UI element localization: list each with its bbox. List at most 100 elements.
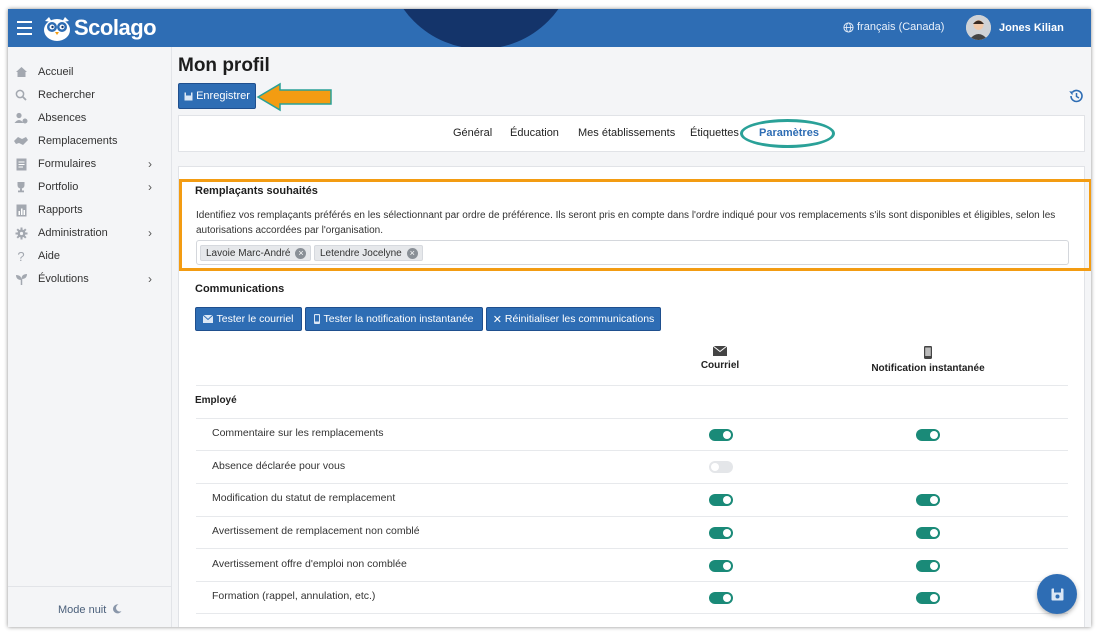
tag-label: Lavoie Marc-André — [206, 247, 291, 259]
user-absence-icon — [14, 111, 28, 125]
employee-group-label: Employé — [195, 395, 237, 406]
divider — [196, 418, 1068, 419]
tab-parametres[interactable]: Paramètres — [759, 127, 819, 139]
preferred-substitutes-input[interactable]: Lavoie Marc-André × Letendre Jocelyne × — [196, 240, 1069, 265]
home-icon — [14, 65, 28, 79]
save-button[interactable]: Enregistrer — [178, 83, 256, 109]
sidebar-item-label: Rechercher — [38, 89, 95, 101]
reset-communications-button[interactable]: ✕ Réinitialiser les communications — [486, 307, 661, 331]
sidebar-item-rapports[interactable]: Rapports — [8, 199, 172, 221]
sidebar-item-label: Portfolio — [38, 181, 79, 193]
chevron-right-icon: › — [148, 272, 152, 286]
sidebar-item-absences[interactable]: Absences — [8, 107, 172, 129]
sidebar-item-formulaires[interactable]: Formulaires › — [8, 153, 172, 175]
email-toggle[interactable] — [709, 429, 733, 441]
push-toggle[interactable] — [916, 429, 940, 441]
tab-general[interactable]: Général — [453, 127, 492, 139]
divider — [196, 548, 1068, 549]
divider — [196, 450, 1068, 451]
push-column-header: Notification instantanée — [848, 346, 1008, 374]
floating-save-button[interactable] — [1037, 574, 1077, 614]
language-label: français (Canada) — [857, 21, 945, 33]
history-icon[interactable] — [1068, 88, 1084, 104]
tab-etiquettes[interactable]: Étiquettes — [690, 127, 739, 139]
sidebar: Accueil Rechercher Absences Remplacement… — [8, 47, 172, 627]
push-toggle[interactable] — [916, 494, 940, 506]
sidebar-item-remplacements[interactable]: Remplacements — [8, 130, 172, 152]
test-email-button[interactable]: Tester le courriel — [195, 307, 302, 331]
push-toggle[interactable] — [916, 592, 940, 604]
night-mode-label: Mode nuit — [58, 604, 107, 616]
avatar — [966, 15, 991, 40]
trophy-icon — [14, 180, 28, 194]
substitute-tag[interactable]: Lavoie Marc-André × — [200, 245, 312, 261]
app-window: Scolago français (Canada) Jones Kilian A… — [8, 9, 1091, 627]
remove-tag-icon[interactable]: × — [406, 247, 418, 259]
sidebar-item-label: Aide — [38, 250, 61, 262]
report-icon — [14, 203, 28, 217]
email-toggle[interactable] — [709, 461, 733, 473]
sidebar-item-label: Accueil — [38, 66, 74, 78]
menu-toggle-icon[interactable] — [17, 21, 32, 35]
test-push-button[interactable]: Tester la notification instantanée — [305, 307, 483, 331]
floppy-icon — [184, 92, 193, 100]
form-icon — [14, 157, 28, 171]
test-email-label: Tester le courriel — [216, 313, 294, 325]
email-toggle[interactable] — [709, 494, 733, 506]
tag-label: Letendre Jocelyne — [320, 247, 402, 259]
top-bar: Scolago français (Canada) Jones Kilian — [8, 9, 1091, 47]
divider — [196, 581, 1068, 582]
gear-icon — [14, 226, 28, 240]
sidebar-item-rechercher[interactable]: Rechercher — [8, 84, 172, 106]
notification-row-label: Avertissement de remplacement non comblé — [212, 525, 420, 537]
sidebar-item-evolutions[interactable]: Évolutions › — [8, 268, 172, 290]
sidebar-item-label: Formulaires — [38, 158, 97, 170]
chevron-right-icon: › — [148, 226, 152, 240]
divider — [8, 586, 172, 587]
sidebar-item-label: Remplacements — [38, 135, 118, 147]
email-toggle[interactable] — [709, 560, 733, 572]
substitute-tag[interactable]: Letendre Jocelyne × — [314, 245, 423, 261]
sidebar-item-label: Administration — [38, 227, 108, 239]
push-toggle[interactable] — [916, 527, 940, 539]
email-toggle[interactable] — [709, 527, 733, 539]
reset-communications-label: Réinitialiser les communications — [504, 313, 655, 325]
night-mode-toggle[interactable]: Mode nuit — [58, 604, 122, 616]
envelope-icon — [203, 315, 214, 323]
brand-name[interactable]: Scolago — [74, 15, 157, 41]
sprout-icon — [14, 272, 28, 286]
header-decoration — [386, 9, 576, 47]
push-toggle[interactable] — [916, 560, 940, 572]
divider — [196, 516, 1068, 517]
chevron-right-icon: › — [148, 180, 152, 194]
sidebar-item-portfolio[interactable]: Portfolio › — [8, 176, 172, 198]
handshake-icon — [14, 134, 28, 148]
envelope-icon — [713, 346, 727, 356]
mobile-icon — [314, 314, 321, 324]
save-button-label: Enregistrer — [196, 90, 250, 102]
preferred-description: Identifiez vos remplaçants préférés en l… — [196, 210, 1056, 236]
email-toggle[interactable] — [709, 592, 733, 604]
language-selector[interactable]: français (Canada) — [843, 21, 944, 33]
sidebar-item-accueil[interactable]: Accueil — [8, 61, 172, 83]
question-icon: ? — [17, 248, 25, 264]
test-push-label: Tester la notification instantanée — [323, 313, 474, 325]
page-title: Mon profil — [178, 55, 270, 76]
tab-education[interactable]: Éducation — [510, 127, 559, 139]
divider — [196, 385, 1068, 386]
sidebar-item-aide[interactable]: ? Aide — [8, 245, 172, 267]
email-column-label: Courriel — [700, 360, 740, 371]
divider — [196, 483, 1068, 484]
owl-logo-icon[interactable] — [42, 14, 72, 42]
email-column-header: Courriel — [640, 346, 800, 371]
divider — [196, 613, 1068, 614]
search-icon — [14, 88, 28, 102]
notification-row-label: Modification du statut de remplacement — [212, 492, 396, 504]
sidebar-item-administration[interactable]: Administration › — [8, 222, 172, 244]
close-icon: ✕ — [492, 313, 502, 326]
floppy-icon — [1051, 588, 1063, 600]
tab-mes-etablissements[interactable]: Mes établissements — [578, 127, 675, 139]
user-menu[interactable]: Jones Kilian — [966, 15, 1064, 40]
remove-tag-icon[interactable]: × — [295, 247, 307, 259]
moon-icon — [113, 604, 122, 614]
